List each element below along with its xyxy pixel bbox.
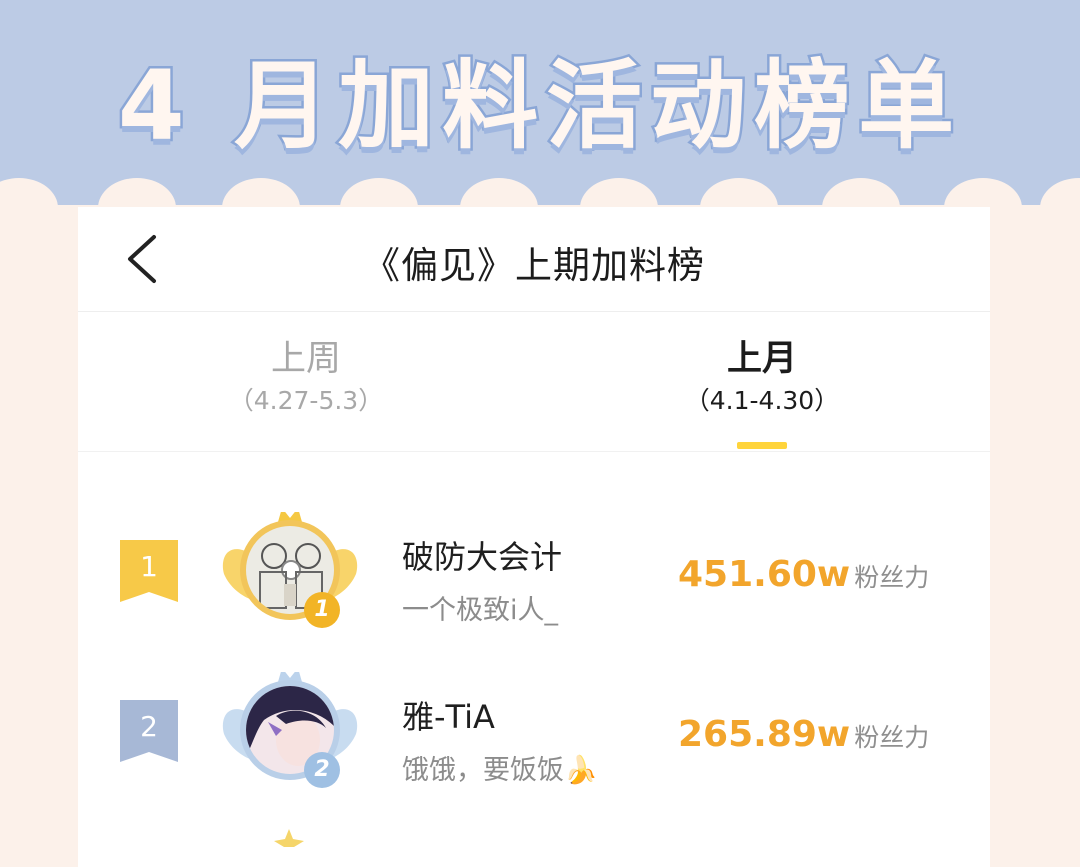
active-tab-indicator <box>737 442 787 449</box>
tab-last-month[interactable]: 上月 （4.1-4.30） <box>612 337 912 419</box>
rank-number: 1 <box>140 550 158 583</box>
leaderboard-card: 《偏见》上期加料榜 上周 （4.27-5.3） 上月 （4.1-4.30） 1 <box>78 207 990 867</box>
top-banner: 4 月加料活动榜单 <box>0 0 1080 205</box>
rank-medal: 2 <box>304 752 340 788</box>
fan-power: 451.60w 粉丝力 <box>678 554 929 595</box>
divider <box>78 451 990 452</box>
fan-power-unit: 粉丝力 <box>854 723 930 752</box>
fan-power-unit: 粉丝力 <box>854 563 930 592</box>
fan-power-value: 265.89w <box>678 714 851 755</box>
avatar[interactable]: 1 <box>216 512 366 642</box>
rank-badge: 1 <box>120 540 178 602</box>
rank-medal: 1 <box>304 592 340 628</box>
tab-label: 上周 <box>270 339 341 379</box>
tab-date-range: （4.1-4.30） <box>684 386 840 415</box>
avatar[interactable]: 2 <box>216 672 366 802</box>
crown-icon <box>274 829 304 847</box>
rank-badge: 2 <box>120 700 178 762</box>
user-name: 雅-TiA <box>402 698 495 736</box>
page-title: 《偏见》上期加料榜 <box>363 244 705 287</box>
fan-power: 265.89w 粉丝力 <box>678 714 929 755</box>
tab-label: 上月 <box>726 339 797 379</box>
tab-last-week[interactable]: 上周 （4.27-5.3） <box>156 337 456 419</box>
user-signature: 饿饿，要饭饭🍌 <box>402 755 598 786</box>
user-signature: 一个极致i人_ <box>402 595 559 626</box>
tab-date-range: （4.27-5.3） <box>228 386 384 415</box>
card-header: 《偏见》上期加料榜 <box>78 207 990 312</box>
rank-number: 2 <box>140 710 158 743</box>
banner-title: 4 月加料活动榜单 <box>115 48 963 165</box>
leaderboard-row[interactable]: 1 1 破防大会计 一个极致i人_ 451.60w 粉丝力 <box>78 512 990 672</box>
leaderboard-row[interactable]: 2 2 雅-TiA 饿饿，要饭饭🍌 265.89w 粉丝力 <box>78 672 990 832</box>
fan-power-value: 451.60w <box>678 554 851 595</box>
user-name: 破防大会计 <box>402 538 563 576</box>
